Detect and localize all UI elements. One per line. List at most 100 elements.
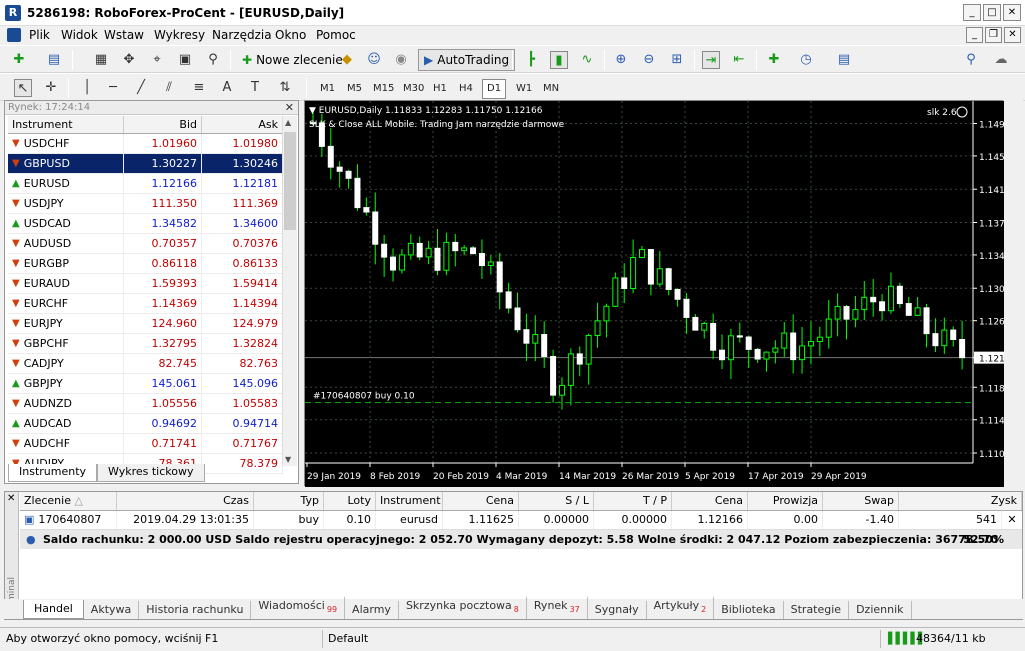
menu-okno[interactable]: Okno [275,28,306,42]
timeframe-mn[interactable]: MN [538,79,564,99]
col-instrument[interactable]: Instrument [8,116,124,133]
menu-wstaw[interactable]: Wstaw [104,28,144,42]
market-watch-icon[interactable]: ▦ [92,51,110,69]
label-icon[interactable]: T [246,79,264,97]
vertical-line-icon[interactable]: │ [78,79,96,97]
market-row-cadjpy[interactable]: ▼ CADJPY 82.745 82.763 [8,354,283,374]
col-prowizja[interactable]: Prowizja [748,492,823,510]
col-zlecenie[interactable]: Zlecenie △ [20,492,117,510]
minimize-button[interactable]: _ [963,4,981,21]
maximize-button[interactable]: □ [983,4,1001,21]
search-icon[interactable]: ⚲ [962,51,980,69]
terminal-tab-8[interactable]: Artykuły 2 [647,596,715,619]
close-order-icon[interactable]: ✕ [1002,511,1022,529]
col-loty[interactable]: Loty [324,492,376,510]
cursor-icon[interactable]: ↖ [14,79,32,97]
fibonacci-icon[interactable]: ≡ [190,79,208,97]
terminal-tab-1[interactable]: Aktywa [84,601,140,619]
market-row-audcad[interactable]: ▲ AUDCAD 0.94692 0.94714 [8,414,283,434]
scroll-thumb[interactable] [284,132,296,230]
terminal-tab-6[interactable]: Rynek 37 [527,596,588,619]
text-icon[interactable]: A [218,79,236,97]
market-row-eurjpy[interactable]: ▼ EURJPY 124.960 124.979 [8,314,283,334]
strategy-tester-icon[interactable]: ⚲ [204,51,222,69]
order-sl[interactable]: 0.00000 [519,511,594,529]
market-row-audchf[interactable]: ▼ AUDCHF 0.71741 0.71767 [8,434,283,454]
market-row-usdjpy[interactable]: ▼ USDJPY 111.350 111.369 [8,194,283,214]
signals-icon[interactable]: ◉ [392,51,410,69]
col-instrument[interactable]: Instrument [376,492,443,510]
templates-icon[interactable]: ▤ [835,51,853,69]
mdi-close-button[interactable]: ✕ [1004,27,1021,43]
terminal-tab-2[interactable]: Historia rachunku [139,601,252,619]
line-chart-icon[interactable]: ∿ [578,51,596,69]
scroll-down-icon[interactable]: ▼ [285,455,291,464]
candlestick-chart-icon[interactable]: ▮ [550,51,568,69]
tile-windows-icon[interactable]: ⊞ [668,51,686,69]
bar-chart-icon[interactable]: ┣ [522,51,540,69]
order-tp[interactable]: 0.00000 [594,511,672,529]
market-row-gbpjpy[interactable]: ▲ GBPJPY 145.061 145.096 [8,374,283,394]
menu-narzedzia[interactable]: Narzędzia [212,28,272,42]
timeframe-d1[interactable]: D1 [482,79,507,99]
metaeditor-icon[interactable]: ◆ [338,51,356,69]
equidistant-channel-icon[interactable]: ⫽ [160,79,178,97]
market-row-eurgbp[interactable]: ▼ EURGBP 0.86118 0.86133 [8,254,283,274]
trade-row[interactable]: ▣ 170640807 2019.04.29 13:01:35 buy 0.10… [20,511,1022,530]
scroll-up-icon[interactable]: ▲ [285,118,291,127]
terminal-tab-0[interactable]: Handel [23,600,84,619]
zoom-out-icon[interactable]: ⊖ [640,51,658,69]
terminal-tab-7[interactable]: Sygnały [588,601,647,619]
menu-plik[interactable]: Plik [29,28,50,42]
close-button[interactable]: ✕ [1003,4,1021,21]
crosshair-icon[interactable]: ✛ [42,79,60,97]
chart-canvas[interactable]: 1.14980 1.14590 1.14190 1.13790 1.13400 1.130… [305,101,1004,487]
periods-icon[interactable]: ◷ [797,51,815,69]
market-row-eurchf[interactable]: ▼ EURCHF 1.14369 1.14394 [8,294,283,314]
terminal-close-icon[interactable]: ✕ [7,493,15,504]
terminal-tab-4[interactable]: Alarmy [345,601,399,619]
terminal-tab-5[interactable]: Skrzynka pocztowa 8 [399,596,527,619]
col-bid[interactable]: Bid [124,116,202,133]
zoom-in-icon[interactable]: ⊕ [612,51,630,69]
price-chart[interactable]: 1.14980 1.14590 1.14190 1.13790 1.13400 1.130… [304,100,1004,487]
col-ask[interactable]: Ask [202,116,283,133]
timeframe-h1[interactable]: H1 [428,79,452,99]
market-row-audnzd[interactable]: ▼ AUDNZD 1.05556 1.05583 [8,394,283,414]
col-cena-biezaca[interactable]: Cena [672,492,748,510]
col-typ[interactable]: Typ [254,492,324,510]
community-icon[interactable]: ☺ [365,51,383,69]
market-row-gbpusd[interactable]: ▼ GBPUSD 1.30227 1.30246 [8,154,283,174]
menu-pomoc[interactable]: Pomoc [316,28,356,42]
terminal-tab-3[interactable]: Wiadomości 99 [251,596,346,619]
tab-wykres-tickowy[interactable]: Wykres tickowy [97,464,205,482]
col-cena[interactable]: Cena [443,492,519,510]
autotrading-button[interactable]: ▶ AutoTrading [418,49,516,71]
market-row-euraud[interactable]: ▼ EURAUD 1.59393 1.59414 [8,274,283,294]
horizontal-line-icon[interactable]: ─ [104,79,122,97]
autoscroll-icon[interactable]: ⇥ [702,51,720,69]
col-czas[interactable]: Czas [117,492,254,510]
data-window-icon[interactable]: ⌖ [148,51,166,69]
terminal-tab-10[interactable]: Strategie [784,601,850,619]
mdi-restore-button[interactable]: ❐ [985,27,1002,43]
arrows-icon[interactable]: ⇅ [276,79,294,97]
timeframe-m15[interactable]: M15 [368,79,399,99]
market-watch-close-icon[interactable]: ✕ [285,101,294,114]
terminal-tab-9[interactable]: Biblioteka [714,601,784,619]
tab-instrumenty[interactable]: Instrumenty [8,464,98,482]
col-tp[interactable]: T / P [594,492,672,510]
timeframe-m1[interactable]: M1 [315,79,340,99]
profiles-icon[interactable]: ▤ [45,51,63,69]
new-order-button[interactable]: ✚ Nowe zlecenie [236,49,349,71]
chart-shift-icon[interactable]: ⇤ [730,51,748,69]
terminal-tab-11[interactable]: Dziennik [849,601,912,619]
menu-widok[interactable]: Widok [61,28,98,42]
new-chart-icon[interactable]: ✚ [10,51,28,69]
market-row-usdchf[interactable]: ▼ USDCHF 1.01960 1.01980 [8,134,283,154]
market-row-audusd[interactable]: ▼ AUDUSD 0.70357 0.70376 [8,234,283,254]
timeframe-m30[interactable]: M30 [398,79,429,99]
timeframe-h4[interactable]: H4 [454,79,478,99]
timeframe-m5[interactable]: M5 [342,79,367,99]
market-row-usdcad[interactable]: ▲ USDCAD 1.34582 1.34600 [8,214,283,234]
